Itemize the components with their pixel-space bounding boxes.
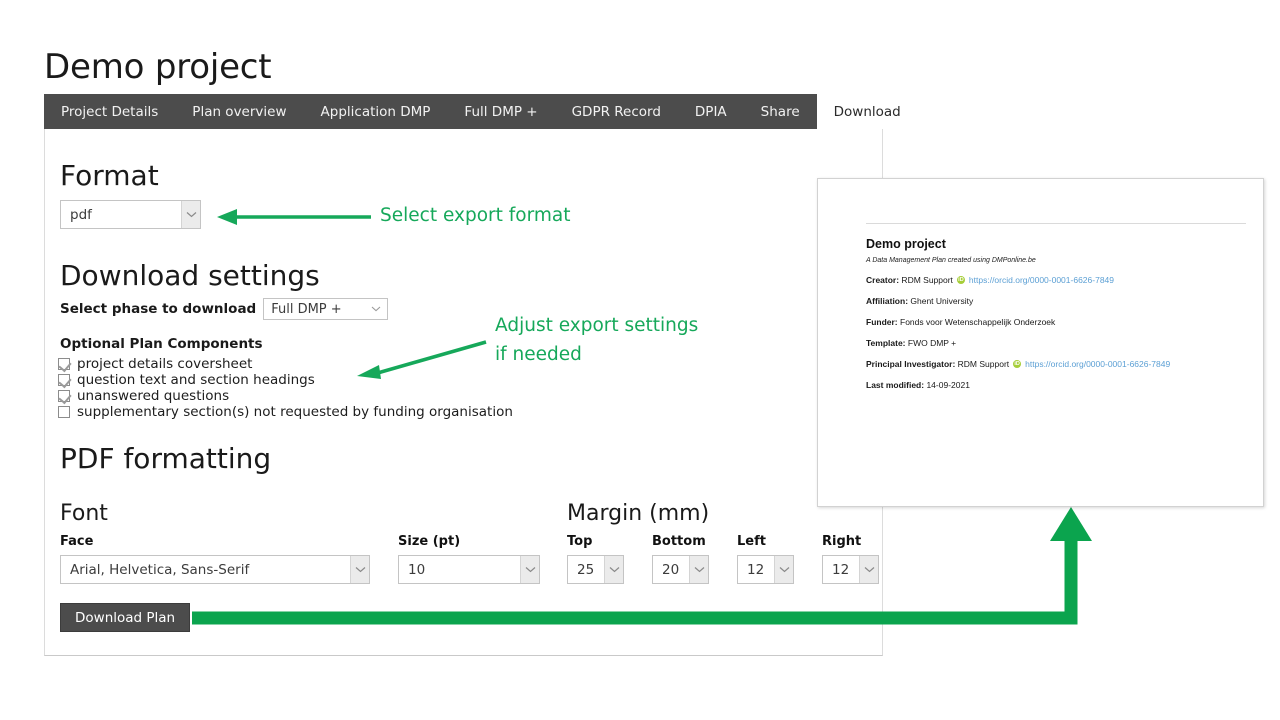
preview-metadata-rows: Creator: RDM Support iD https://orcid.org/… — [866, 275, 1243, 390]
preview-row-value: Ghent University — [908, 296, 973, 306]
tab-plan-overview[interactable]: Plan overview — [175, 94, 303, 129]
preview-row-label: Last modified: — [866, 380, 924, 390]
tab-download[interactable]: Download — [817, 94, 918, 129]
download-settings-heading: Download settings — [60, 259, 320, 293]
phase-row: Select phase to download Full DMP + — [60, 298, 388, 320]
plan-component-label: unanswered questions — [77, 388, 229, 404]
preview-row-label: Funder: — [866, 317, 898, 327]
tab-label: Plan overview — [192, 104, 286, 120]
checkbox-checked-icon[interactable] — [58, 358, 70, 370]
preview-row-value: RDM Support — [899, 275, 953, 285]
phase-select-value: Full DMP + — [264, 299, 365, 319]
tab-label: GDPR Record — [572, 104, 661, 120]
format-select[interactable]: pdf — [60, 200, 201, 229]
orcid-link[interactable]: https://orcid.org/0000-0001-6626-7849 — [969, 275, 1114, 285]
orcid-icon: iD — [957, 276, 965, 284]
tab-full-dmp[interactable]: Full DMP + — [447, 94, 554, 129]
annotation-settings-text: Adjust export settings if needed — [495, 311, 698, 369]
tab-label: Full DMP + — [464, 104, 537, 120]
orcid-icon: iD — [1013, 360, 1021, 368]
preview-row-value: Fonds voor Wetenschappelijk Onderzoek — [898, 317, 1056, 327]
chevron-down-icon — [181, 201, 200, 228]
preview-row: Affiliation: Ghent University — [866, 296, 1243, 306]
annotation-settings-arrow — [352, 338, 488, 380]
plan-component-label: supplementary section(s) not requested b… — [77, 404, 513, 420]
tab-label: Application DMP — [321, 104, 431, 120]
page-title: Demo project — [44, 46, 271, 88]
pdf-formatting-heading: PDF formatting — [60, 442, 271, 476]
preview-row: Funder: Fonds voor Wetenschappelijk Onde… — [866, 317, 1243, 327]
preview-row-label: Affiliation: — [866, 296, 908, 306]
format-heading: Format — [60, 159, 159, 193]
plan-component-row[interactable]: supplementary section(s) not requested b… — [58, 404, 513, 420]
preview-row: Creator: RDM Support iD https://orcid.org/… — [866, 275, 1243, 285]
chevron-down-icon — [365, 299, 387, 319]
preview-subtitle: A Data Management Plan created using DMP… — [866, 257, 1243, 264]
plan-component-label: question text and section headings — [77, 372, 315, 388]
plan-component-label: project details coversheet — [77, 356, 252, 372]
format-select-value: pdf — [61, 201, 181, 228]
optional-components-heading: Optional Plan Components — [60, 336, 263, 352]
preview-divider — [866, 223, 1246, 224]
preview-row-label: Principal Investigator: — [866, 359, 955, 369]
annotation-preview-arrow — [190, 505, 1090, 630]
screen-root: Demo project Project Details Plan overvie… — [0, 0, 1280, 720]
annotation-format-text: Select export format — [380, 201, 570, 230]
tab-gdpr-record[interactable]: GDPR Record — [555, 94, 678, 129]
tab-bar: Project Details Plan overview Application … — [44, 94, 883, 129]
plan-component-row[interactable]: unanswered questions — [58, 388, 513, 404]
phase-label: Select phase to download — [60, 301, 256, 317]
preview-row: Principal Investigator: RDM Support iD htt… — [866, 359, 1243, 369]
preview-row-label: Creator: — [866, 275, 899, 285]
preview-row-label: Template: — [866, 338, 906, 348]
checkbox-checked-icon[interactable] — [58, 390, 70, 402]
tab-label: DPIA — [695, 104, 727, 120]
preview-row: Template: FWO DMP + — [866, 338, 1243, 348]
download-plan-button[interactable]: Download Plan — [60, 603, 190, 632]
phase-select[interactable]: Full DMP + — [263, 298, 388, 320]
face-label: Face — [60, 534, 93, 549]
pdf-preview-panel[interactable]: Demo project A Data Management Plan crea… — [817, 178, 1264, 507]
tab-label: Share — [761, 104, 800, 120]
font-heading: Font — [60, 500, 108, 528]
annotation-format-arrow — [213, 206, 373, 228]
checkbox-unchecked-icon[interactable] — [58, 406, 70, 418]
orcid-link[interactable]: https://orcid.org/0000-0001-6626-7849 — [1025, 359, 1170, 369]
tab-label: Download — [834, 104, 901, 120]
pdf-preview-content: Demo project A Data Management Plan crea… — [866, 223, 1243, 390]
tab-dpia[interactable]: DPIA — [678, 94, 744, 129]
preview-row-value: FWO DMP + — [906, 338, 957, 348]
checkbox-checked-icon[interactable] — [58, 374, 70, 386]
tab-application-dmp[interactable]: Application DMP — [304, 94, 448, 129]
preview-row-value: 14-09-2021 — [924, 380, 970, 390]
preview-row: Last modified: 14-09-2021 — [866, 380, 1243, 390]
tab-project-details[interactable]: Project Details — [44, 94, 175, 129]
preview-title: Demo project — [866, 237, 1243, 251]
tab-share[interactable]: Share — [744, 94, 817, 129]
preview-row-value: RDM Support — [955, 359, 1009, 369]
tab-label: Project Details — [61, 104, 158, 120]
